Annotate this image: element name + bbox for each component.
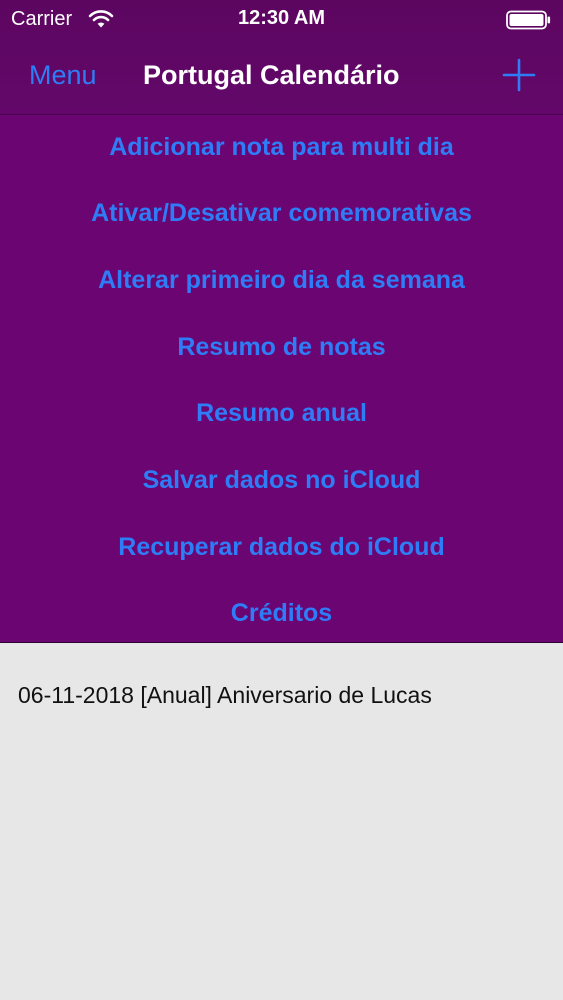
clock-label: 12:30 AM bbox=[237, 7, 326, 29]
menu-item-toggle-holidays[interactable]: Ativar/Desativar comemorativas bbox=[0, 183, 563, 243]
menu-item-credits[interactable]: Créditos bbox=[0, 583, 563, 643]
menu-item-annual-summary[interactable]: Resumo anual bbox=[0, 383, 563, 443]
menu-item-multi-day-note[interactable]: Adicionar nota para multi dia bbox=[0, 117, 563, 177]
page-title: Portugal Calendário bbox=[143, 60, 400, 90]
menu-item-first-weekday[interactable]: Alterar primeiro dia da semana bbox=[0, 250, 563, 310]
list-item[interactable]: 06-11-2018 [Anual] Aniversario de Lucas bbox=[18, 682, 432, 709]
notes-list: 06-11-2018 [Anual] Aniversario de Lucas bbox=[0, 643, 563, 1000]
menu-item-save-icloud[interactable]: Salvar dados no iCloud bbox=[0, 450, 563, 510]
battery-icon bbox=[506, 10, 551, 30]
plus-icon[interactable] bbox=[502, 58, 536, 92]
menu-item-notes-summary[interactable]: Resumo de notas bbox=[0, 317, 563, 377]
menu-item-restore-icloud[interactable]: Recuperar dados do iCloud bbox=[0, 517, 563, 577]
navigation-bar: Menu Portugal Calendário bbox=[0, 40, 563, 114]
dropdown-menu: Adicionar nota para multi dia Ativar/Des… bbox=[0, 114, 563, 643]
menu-button[interactable]: Menu bbox=[29, 60, 97, 91]
status-bar: Carrier 12:30 AM bbox=[0, 0, 563, 40]
app-screen: Carrier 12:30 AM Menu Portugal Calendári… bbox=[0, 0, 563, 1000]
header-background: Carrier 12:30 AM Menu Portugal Calendári… bbox=[0, 0, 563, 114]
